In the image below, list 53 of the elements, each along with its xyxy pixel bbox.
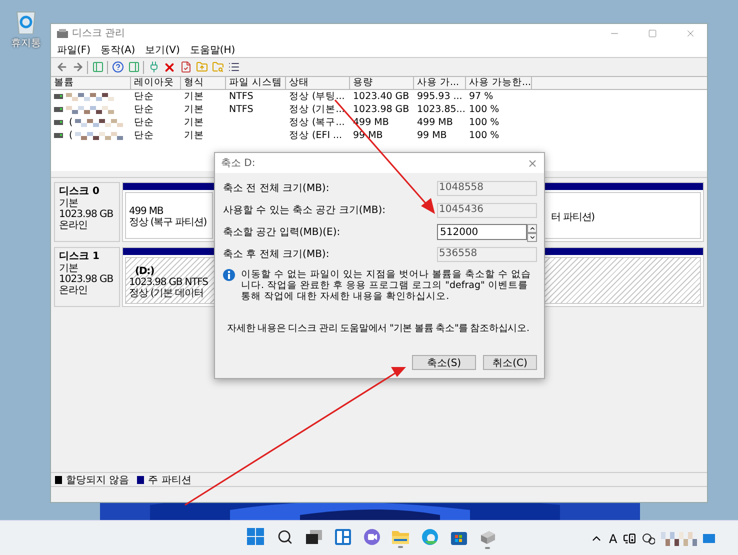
table-cell-text: 정상 (부팅...	[288, 90, 346, 103]
table-cell-text: 단순	[133, 116, 155, 129]
table-cell-text: 100 %	[468, 117, 500, 128]
table-cell-text: (	[68, 117, 72, 128]
disk-name: 디스크 0	[59, 186, 100, 198]
table-cell-text: 100 %	[468, 104, 500, 115]
legend-label: 할당되지 않음	[66, 474, 130, 486]
table-cell-text: (	[68, 130, 72, 141]
table-cell-text: NTFS	[228, 91, 254, 102]
disk-type: 기본	[59, 198, 79, 209]
table-cell-text: 기본	[183, 129, 205, 142]
partition-text: 정상 (기본 데이터	[129, 288, 204, 298]
field-label: 축소할 공간 입력(MB)(E):	[223, 226, 340, 239]
table-cell-text: 정상 (EFI ...	[288, 129, 344, 142]
window-title: 디스크 관리	[72, 27, 126, 40]
table-cell-text: 단순	[133, 129, 155, 142]
table-cell-text: 995.93 ...	[416, 91, 464, 102]
table-cell-text: 100 %	[468, 130, 500, 141]
dialog-title: 축소 D:	[221, 157, 256, 170]
table-cell-text: 정상 (기본...	[288, 103, 346, 116]
table-cell-text: NTFS	[228, 104, 254, 115]
partition-text: 터 파티션)	[551, 212, 594, 222]
table-cell-text: 기본	[183, 90, 205, 103]
field-label: 축소 후 전체 크기(MB):	[223, 248, 330, 261]
partition-text: 1023.98 GB NTFS	[129, 276, 208, 288]
table-cell-text: 1023.85...	[416, 104, 466, 115]
disk-status: 온라인	[59, 285, 88, 296]
disk-type: 기본	[59, 263, 79, 274]
table-cell-text: 단순	[133, 90, 155, 103]
readonly-field: 536558	[437, 246, 537, 262]
table-cell-text: 정상 (복구...	[288, 116, 346, 129]
info-message: 이동할 수 없는 파일이 있는 지점을 벗어나 볼륨을 축소할 수 없습니다. 작업을 완료한 후 응용 프로그램 로그의 "defrag" 이벤트를 통해 작업에 대한 자세한 내용을 확인하십시오.	[241, 269, 532, 302]
table-cell-text: 99 MB	[416, 130, 448, 141]
field-label: 사용할 수 있는 축소 공간 크기(MB):	[223, 204, 386, 217]
disk-name: 디스크 1	[59, 251, 100, 263]
disk-status: 온라인	[59, 220, 88, 231]
readonly-field: 1045436	[437, 202, 537, 218]
table-cell-text: 기본	[183, 103, 205, 116]
disk-size: 1023.98 GB	[59, 274, 114, 285]
table-cell-text: 단순	[133, 103, 155, 116]
field-label: 축소 전 전체 크기(MB):	[223, 182, 330, 195]
table-cell-text: 499 MB	[416, 117, 454, 128]
table-cell-text: 1023.40 GB	[352, 91, 410, 102]
partition-text: 499 MB	[129, 206, 164, 217]
table-cell-text: 97 %	[468, 91, 494, 102]
disk-size: 1023.98 GB	[59, 209, 114, 220]
table-cell-text: 기본	[183, 116, 205, 129]
partition-text: 정상 (복구 파티션)	[129, 217, 207, 228]
table-cell-text: 1023.98 GB	[352, 104, 410, 115]
help-note: 자세한 내용은 디스크 관리 도움말에서 "기본 볼륨 축소"를 참조하십시오.	[227, 322, 530, 335]
readonly-field: 1048558	[437, 180, 537, 196]
partition-text: (D:)	[134, 266, 154, 276]
legend-label: 주 파티션	[148, 474, 192, 486]
